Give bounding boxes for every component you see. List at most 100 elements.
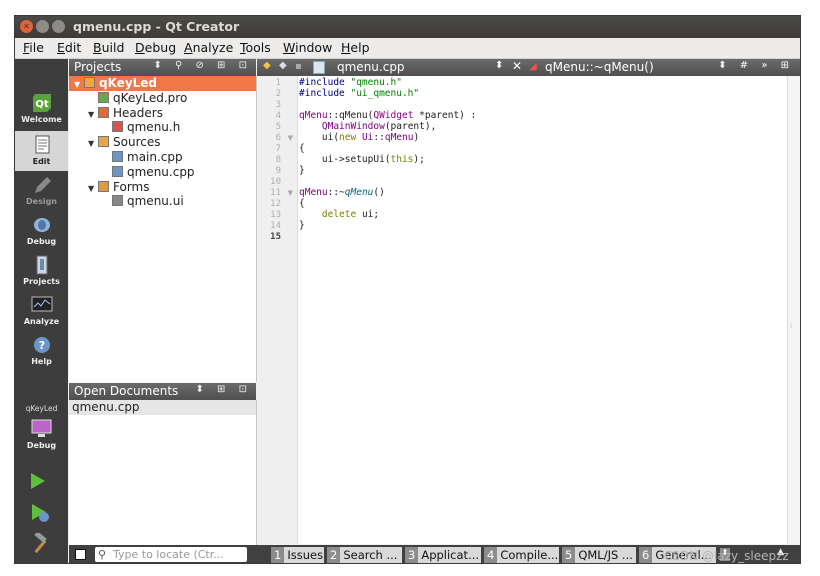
analyze-monitor-icon <box>31 296 52 312</box>
menu-build[interactable]: Build <box>93 40 124 55</box>
header-file-icon <box>112 121 123 133</box>
headers-folder-icon <box>98 106 109 118</box>
kit-selector[interactable]: Debug <box>15 415 68 455</box>
tree-item[interactable]: qmenu.cpp <box>69 165 195 180</box>
tree-item-label: main.cpp <box>127 150 183 164</box>
mode-design[interactable]: Design <box>15 171 68 211</box>
projects-wrench-icon <box>36 255 47 275</box>
code-line: #include "qmenu.h" <box>299 77 402 88</box>
mode-projects[interactable]: Projects <box>15 251 68 291</box>
code-token: } <box>299 220 305 231</box>
output-pane-tab[interactable]: 2 Search ... <box>327 547 402 563</box>
menu-file[interactable]: File <box>23 40 44 55</box>
current-file-name[interactable]: qmenu.cpp <box>337 60 405 74</box>
output-pane-tab[interactable]: 4 Compile... <box>484 547 559 563</box>
code-line: } <box>299 220 305 231</box>
fold-marker-icon[interactable]: ▼ <box>288 134 293 142</box>
code-token: #include <box>299 77 351 88</box>
tree-item[interactable]: qmenu.h <box>69 120 180 135</box>
tree-item[interactable]: qmenu.ui <box>69 194 184 209</box>
editor-split-tools[interactable]: ⬍ # » ⊞ <box>718 60 794 71</box>
output-pane-tab[interactable]: 1 Issues <box>271 547 324 563</box>
kit-monitor-icon <box>31 419 51 437</box>
mode-label: Edit <box>32 157 51 166</box>
expand-arrow-icon[interactable]: ▼ <box>88 181 98 196</box>
code-token: :: <box>373 132 385 143</box>
code-line: qMenu::qMenu(QWidget *parent) : <box>299 110 476 121</box>
open-documents-header: Open Documents ⬍ ⊞ ⊡ <box>69 383 256 400</box>
minimize-window-button[interactable] <box>36 20 49 33</box>
file-dropdown-icon[interactable]: ⬍ <box>495 60 503 71</box>
mode-label: Projects <box>23 277 60 286</box>
output-pane-tab[interactable]: 3 Applicat... <box>405 547 481 563</box>
code-token: qMenu <box>299 110 328 121</box>
menu-bar: File Edit Build Debug Analyze Tools Wind… <box>15 38 800 59</box>
open-document-item[interactable]: qmenu.cpp <box>69 400 256 415</box>
toggle-sidebar-icon[interactable] <box>75 549 86 560</box>
mode-analyze[interactable]: Analyze <box>15 291 68 331</box>
mode-debug[interactable]: Debug <box>15 211 68 251</box>
output-pane-tab[interactable]: 5 QML/JS ... <box>562 547 636 563</box>
locator-input[interactable]: ⚲ Type to locate (Ctr... <box>95 547 247 562</box>
tree-item-label: qmenu.h <box>127 120 181 135</box>
project-folder-icon <box>84 77 95 88</box>
open-documents-tools[interactable]: ⬍ ⊞ ⊡ <box>196 384 253 395</box>
tree-item-label: qKeyLed <box>99 76 158 90</box>
fold-marker-icon[interactable]: ▼ <box>288 189 293 197</box>
menu-analyze[interactable]: Analyze <box>184 40 233 55</box>
debug-bug-icon <box>33 218 50 232</box>
expand-arrow-icon[interactable]: ▼ <box>88 107 98 122</box>
tree-item[interactable]: qKeyLed.pro <box>69 91 187 106</box>
line-number: 13 <box>270 210 281 220</box>
code-editor[interactable]: #include "qmenu.h" #include "ui_qmenu.h" q… <box>298 76 787 544</box>
line-number: 7 <box>275 144 281 154</box>
current-symbol[interactable]: qMenu::~qMenu() <box>545 60 654 74</box>
output-pane-tab-label: Compile... <box>500 548 559 562</box>
tree-item-label: Sources <box>113 135 161 150</box>
tree-item[interactable]: ▼ Headers <box>69 106 163 121</box>
run-icon[interactable] <box>31 473 45 489</box>
code-line: ui(new Ui::qMenu) <box>299 132 419 143</box>
debug-run-icon[interactable] <box>31 503 51 523</box>
menu-debug[interactable]: Debug <box>135 40 176 55</box>
editor-scrollbar[interactable]: ⁞ <box>787 76 800 544</box>
code-token: { <box>299 143 305 154</box>
close-file-icon[interactable]: ✕ <box>512 59 522 73</box>
close-window-button[interactable]: ✕ <box>20 20 33 33</box>
projects-pane-tools[interactable]: ⬍ ⚲ ⊘ ⊞ ⊡ <box>153 60 252 71</box>
tree-item[interactable]: ▼ Forms <box>69 180 149 195</box>
symbol-icon: ◢ <box>529 61 537 72</box>
expand-arrow-icon[interactable]: ▼ <box>88 136 98 151</box>
code-line: { <box>299 143 305 154</box>
maximize-window-button[interactable] <box>52 20 65 33</box>
tree-item[interactable]: ▼ qKeyLed <box>69 76 256 91</box>
title-bar: ✕ qmenu.cpp - Qt Creator <box>15 16 800 38</box>
mode-welcome[interactable]: Qt Welcome <box>15 89 68 129</box>
tree-item-label: qKeyLed.pro <box>113 90 188 105</box>
line-number: 2 <box>275 89 281 99</box>
menu-edit[interactable]: Edit <box>57 40 81 55</box>
back-arrow-icon[interactable]: ◆ <box>263 60 271 71</box>
forward-arrow-icon[interactable]: ◆ <box>279 60 287 71</box>
tree-item[interactable]: ▼ Sources <box>69 135 160 150</box>
open-documents-title: Open Documents <box>74 384 179 398</box>
output-pane-tab-number: 1 <box>271 547 285 563</box>
line-number: 5 <box>275 122 281 132</box>
code-token: ui( <box>299 132 340 143</box>
code-token: new <box>339 132 357 143</box>
kit-project-label: qKeyLed <box>25 404 58 413</box>
code-token: ui->setupUi( <box>299 154 391 165</box>
mode-edit[interactable]: Edit <box>15 131 68 171</box>
output-pane-tab-number: 6 <box>639 547 653 563</box>
tree-item-label: Headers <box>113 105 163 120</box>
expand-arrow-icon[interactable]: ▼ <box>74 77 84 92</box>
mode-help[interactable]: ? Help <box>15 331 68 371</box>
build-hammer-icon[interactable] <box>31 533 51 555</box>
tree-item[interactable]: main.cpp <box>69 150 183 165</box>
menu-tools[interactable]: Tools <box>240 40 271 55</box>
menu-window[interactable]: Window <box>283 40 332 55</box>
line-number: 6 <box>275 133 281 143</box>
line-number: 3 <box>275 100 281 110</box>
menu-help[interactable]: Help <box>341 40 370 55</box>
